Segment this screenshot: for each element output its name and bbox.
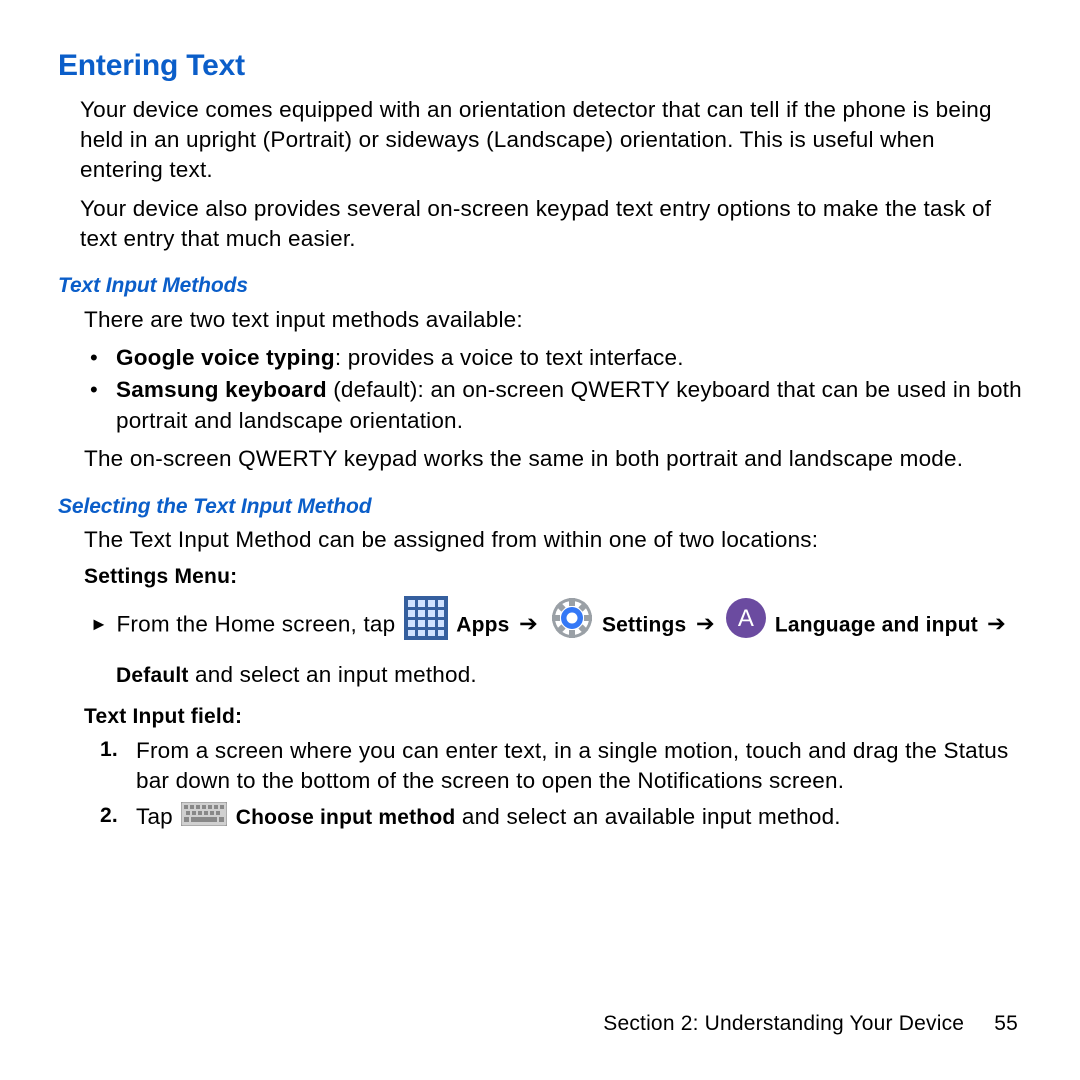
settings-gear-icon [550,596,594,655]
apps-grid-icon [404,596,448,655]
play-bullet-icon: ► [90,607,108,641]
default-label: Default [116,664,189,687]
arrow-icon: ➔ [519,611,538,636]
arrow-icon: ➔ [696,611,715,636]
settings-path-step: ► From the Home screen, tap Apps ➔ [116,596,1022,698]
method-name: Google voice typing [116,345,335,370]
choose-input-method-label: Choose input method [236,806,456,829]
text-input-field-label: Text Input field: [84,703,1022,731]
method-samsung-keyboard: Samsung keyboard (default): an on-screen… [116,375,1022,436]
subheading-text-input-methods: Text Input Methods [58,272,1022,300]
intro-paragraph-2: Your device also provides several on-scr… [58,194,1022,255]
methods-lead: There are two text input methods availab… [58,305,1022,335]
method-google-voice: Google voice typing: provides a voice to… [116,343,1022,373]
input-methods-list: Google voice typing: provides a voice to… [58,343,1022,436]
svg-text:A: A [738,605,754,632]
method-name: Samsung keyboard [116,377,327,402]
select-lead: The Text Input Method can be assigned fr… [58,525,1022,555]
step-1: From a screen where you can enter text, … [136,736,1022,797]
language-a-icon: A [726,598,766,653]
step-text: From the Home screen, tap [116,611,401,636]
arrow-icon: ➔ [987,611,1006,636]
tail-text: and select an input method. [189,662,477,687]
manual-page: Entering Text Your device comes equipped… [0,0,1080,1080]
apps-label: Apps [456,613,509,636]
page-number: 55 [994,1012,1018,1035]
subheading-selecting-method: Selecting the Text Input Method [58,493,1022,521]
method-desc: : provides a voice to text interface. [335,345,684,370]
heading-entering-text: Entering Text [58,46,1022,87]
step2-prefix: Tap [136,804,179,829]
settings-label: Settings [602,613,686,636]
page-footer: Section 2: Understanding Your Device 55 [603,1010,1018,1038]
methods-note: The on-screen QWERTY keypad works the sa… [58,444,1022,474]
text-input-steps: From a screen where you can enter text, … [58,736,1022,835]
step-2: Tap Choose input method and select an av… [136,802,1022,834]
step2-suffix: and select an available input method. [455,804,840,829]
settings-menu-label: Settings Menu: [84,563,1022,591]
intro-paragraph-1: Your device comes equipped with an orien… [58,95,1022,186]
language-and-input-label: Language and input [775,613,984,636]
keyboard-icon [181,802,227,834]
footer-section-label: Section 2: Understanding Your Device [603,1012,964,1035]
